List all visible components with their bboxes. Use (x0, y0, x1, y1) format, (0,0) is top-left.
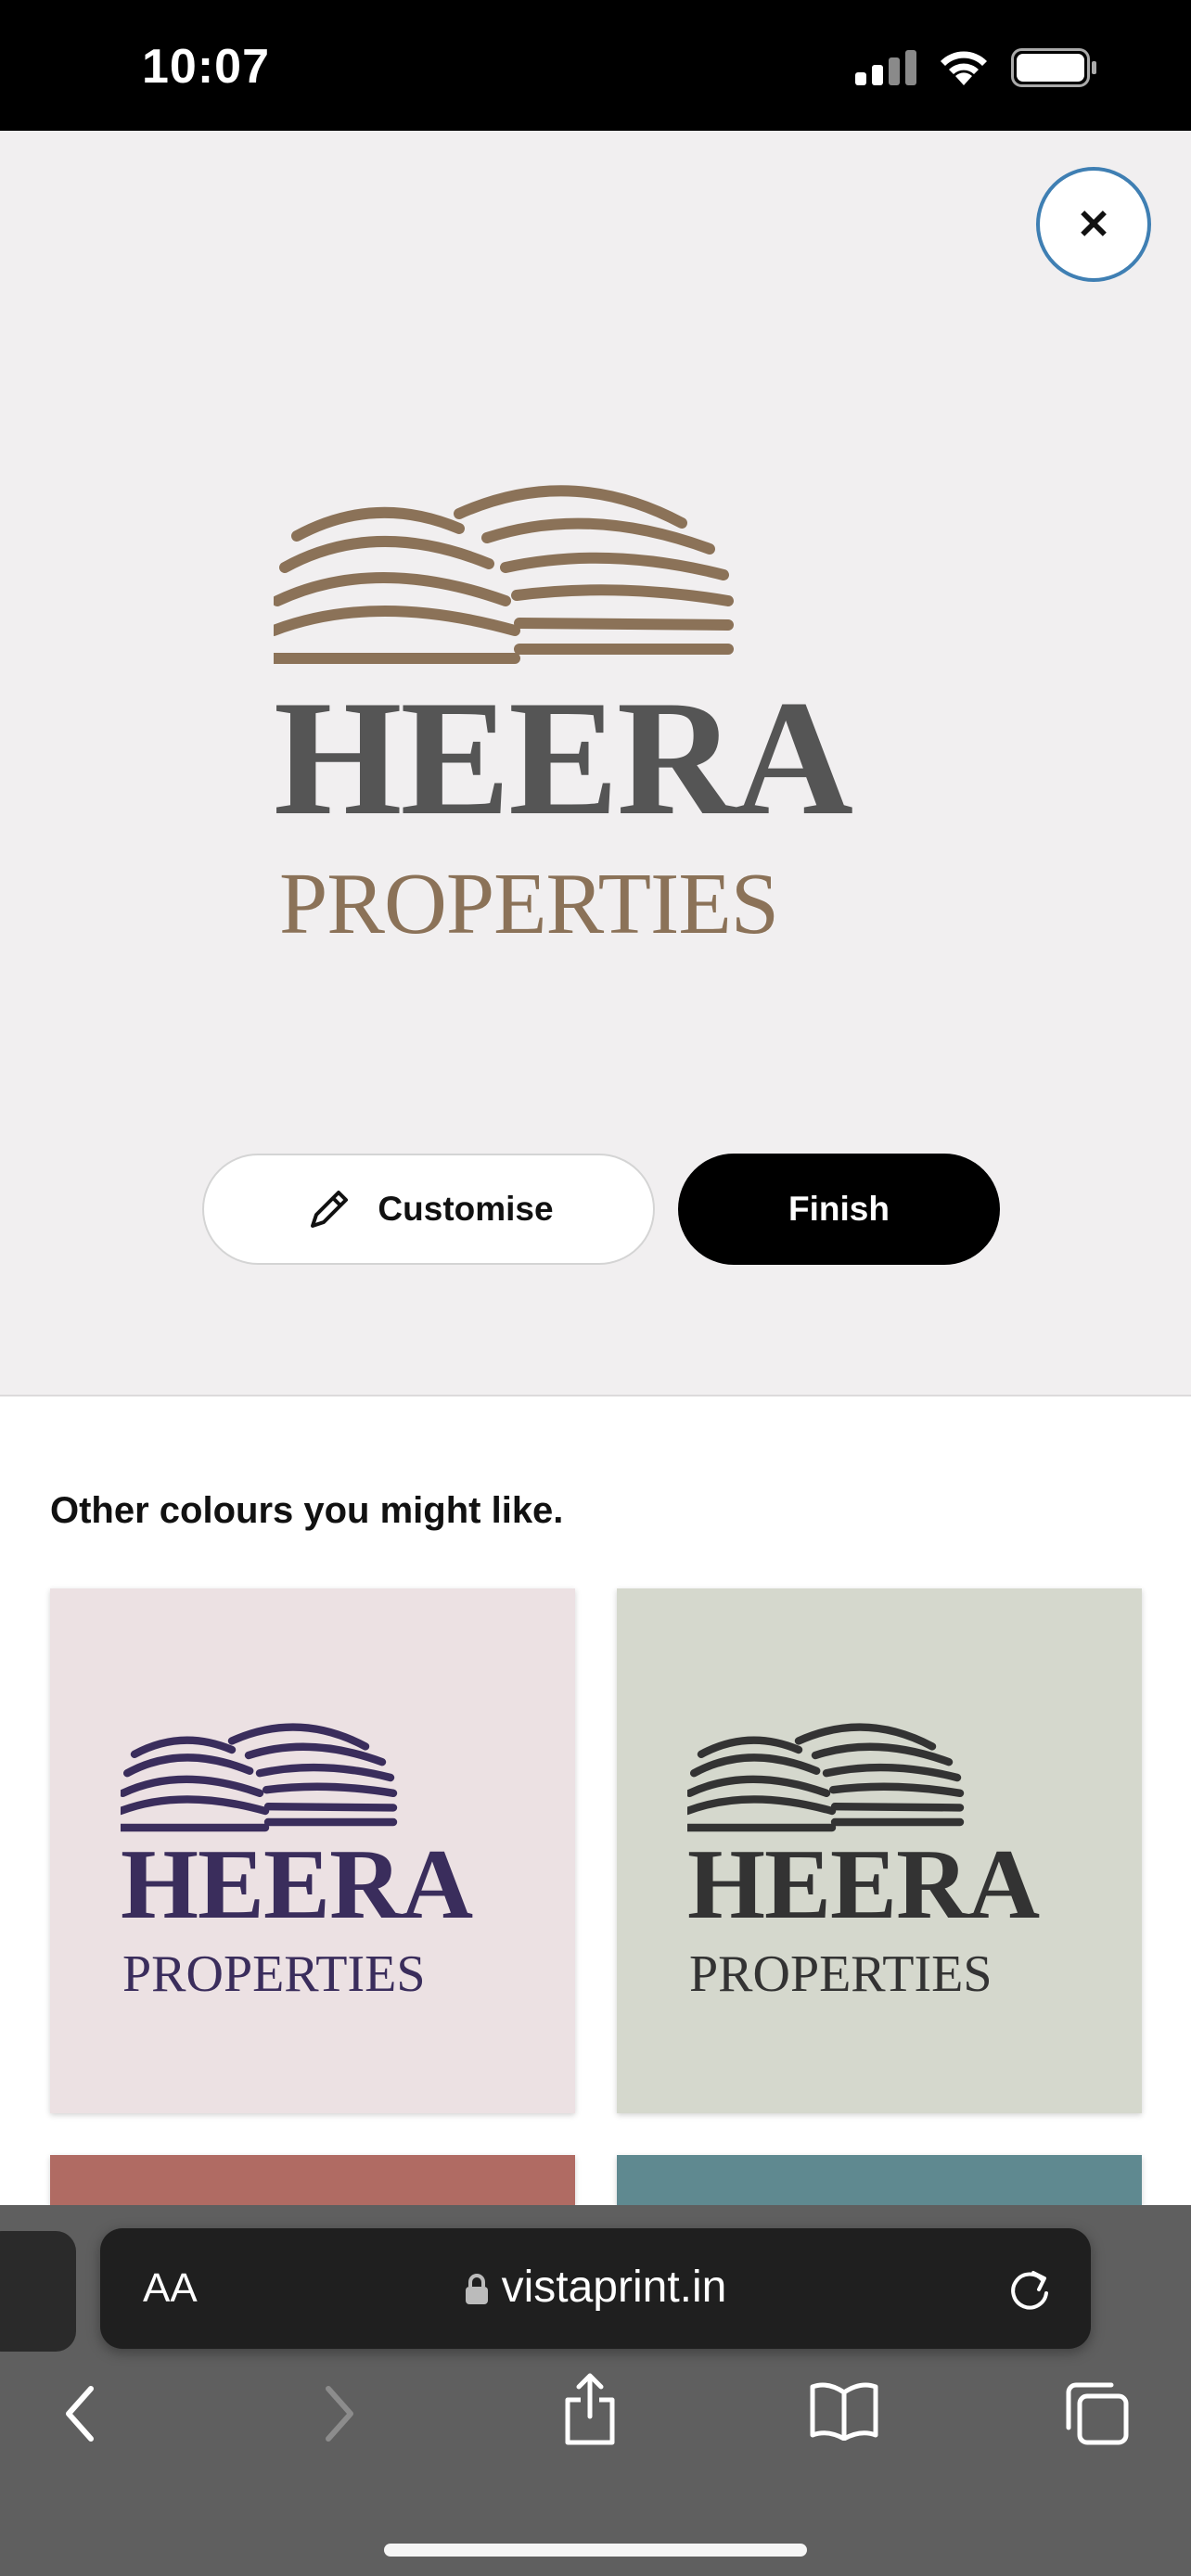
status-bar: 10:07 (0, 0, 1191, 131)
reload-icon[interactable] (1005, 2264, 1054, 2314)
home-indicator[interactable] (384, 2544, 807, 2557)
bottom-toolbar (0, 2373, 1191, 2474)
building-logo-icon (687, 1723, 965, 1832)
battery-icon (1011, 48, 1096, 87)
url-text: vistaprint.in (501, 2263, 727, 2312)
logo-wordmark-heera: HEERA (687, 1830, 1040, 1940)
close-button[interactable]: ✕ (1036, 167, 1151, 282)
logo-wordmark-properties: PROPERTIES (689, 1945, 992, 2003)
share-icon[interactable] (562, 2372, 618, 2446)
logo-wordmark-heera: HEERA (121, 1830, 473, 1940)
wifi-icon (941, 51, 987, 85)
finish-label: Finish (788, 1190, 890, 1228)
back-icon[interactable] (61, 2381, 98, 2446)
logo-wordmark-heera: HEERA (274, 666, 853, 849)
logo-preview: HEERA PROPERTIES (687, 1700, 1077, 2000)
color-variant-card-charcoal[interactable]: HEERA PROPERTIES (617, 1588, 1142, 2113)
customise-label: Customise (378, 1190, 554, 1228)
close-icon: ✕ (1076, 201, 1111, 248)
pencil-icon (311, 1191, 349, 1228)
logo-wordmark-properties: PROPERTIES (122, 1945, 426, 2003)
customise-button[interactable]: Customise (202, 1154, 655, 1265)
bookmarks-icon[interactable] (809, 2381, 879, 2441)
finish-button[interactable]: Finish (678, 1154, 1000, 1265)
status-time: 10:07 (142, 40, 270, 94)
logo-wordmark-properties: PROPERTIES (279, 856, 779, 952)
safari-toolbar: AA vistaprint.in (0, 2205, 1191, 2576)
building-logo-icon (121, 1723, 398, 1832)
tabs-icon[interactable] (1065, 2381, 1130, 2446)
status-icons (855, 48, 1098, 87)
logo-preview: HEERA PROPERTIES (274, 445, 923, 964)
logo-preview: HEERA PROPERTIES (121, 1700, 510, 2000)
previous-tab-preview[interactable] (0, 2231, 76, 2352)
building-logo-icon (274, 485, 734, 664)
forward-icon[interactable] (321, 2381, 358, 2446)
cellular-signal-icon (855, 50, 916, 85)
lock-icon (465, 2274, 488, 2305)
color-variant-card-purple[interactable]: HEERA PROPERTIES (50, 1588, 575, 2113)
address-bar[interactable]: AA vistaprint.in (100, 2228, 1091, 2349)
url-field[interactable]: vistaprint.in (100, 2262, 1091, 2313)
suggestions-heading: Other colours you might like. (50, 1490, 564, 1531)
